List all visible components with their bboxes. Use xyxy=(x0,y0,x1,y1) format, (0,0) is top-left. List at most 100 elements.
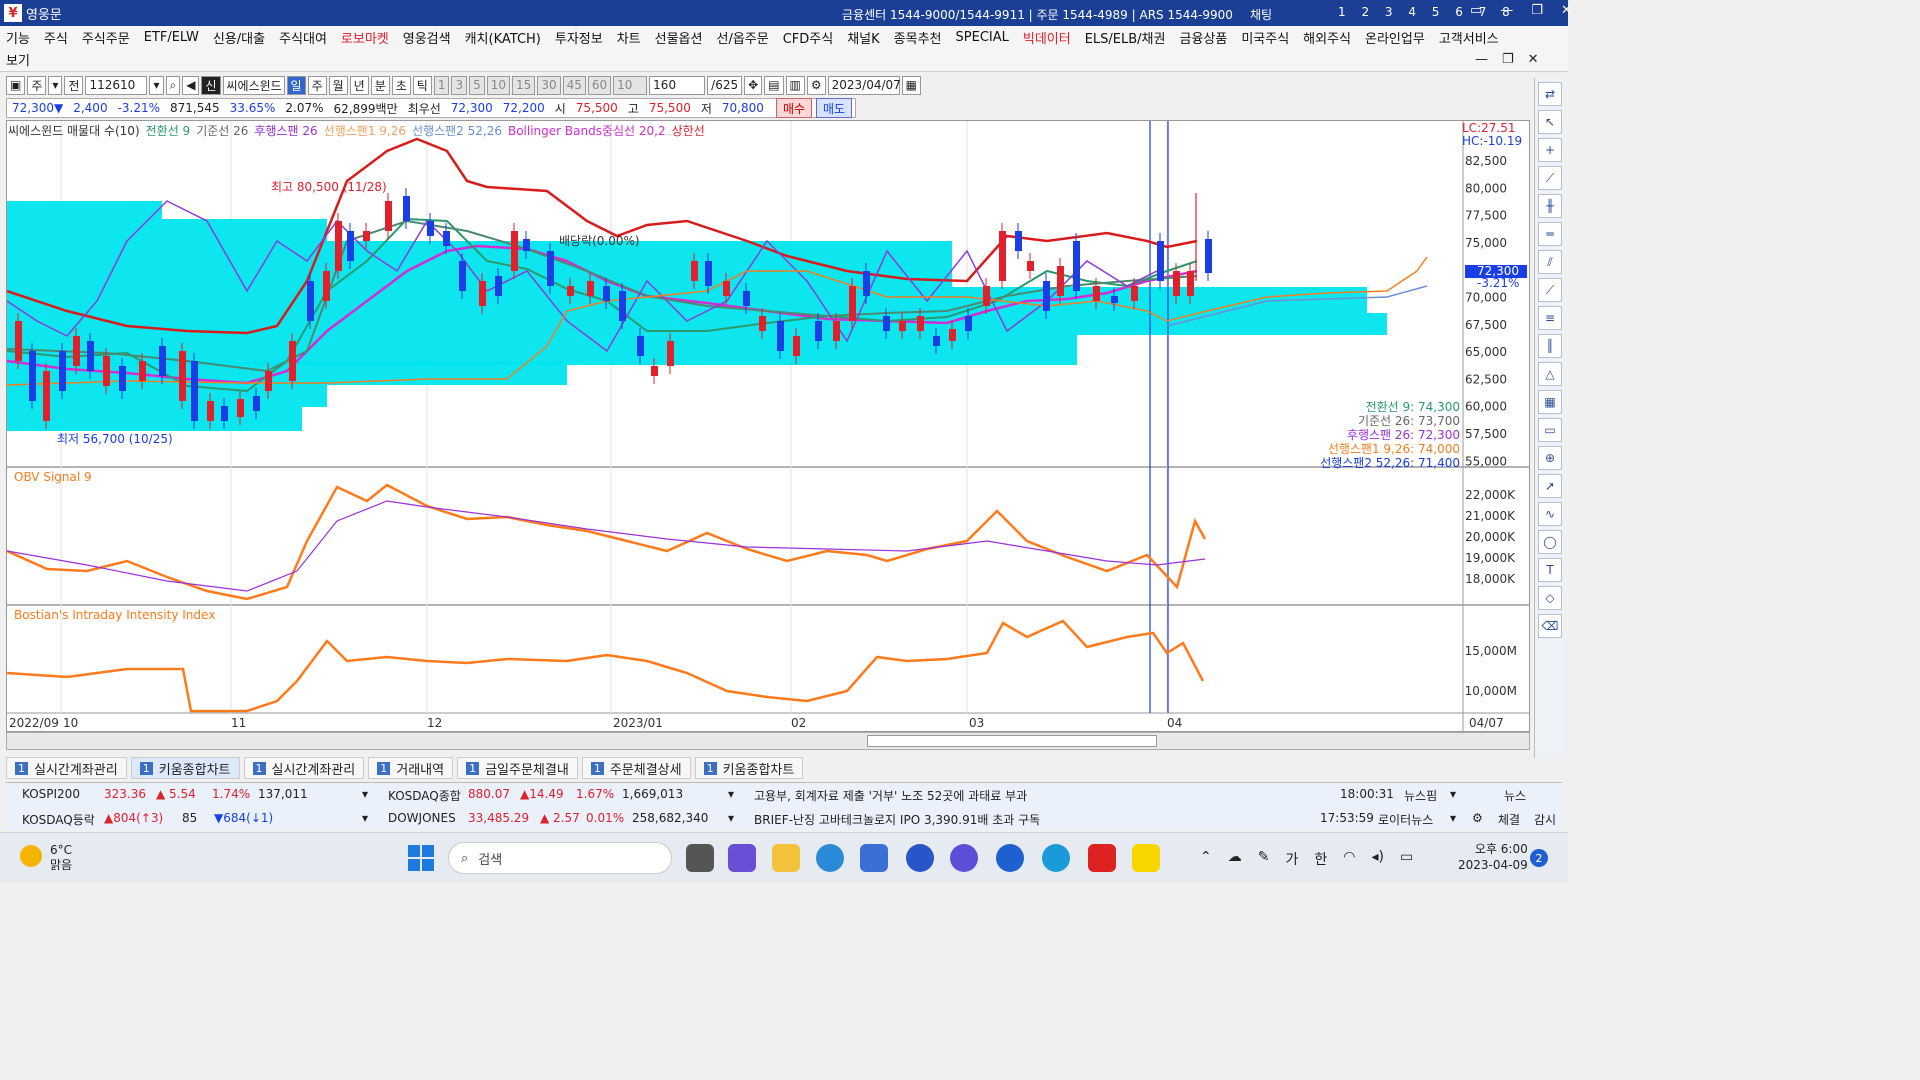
menu-item-row1-18[interactable]: ELS/ELB/채권 xyxy=(1085,28,1166,47)
menu-item-row1-0[interactable]: 기능 xyxy=(6,28,30,47)
interval-week[interactable]: 주 xyxy=(307,75,327,95)
legend-item[interactable]: 선행스팬2 52,26 xyxy=(412,124,502,138)
menu-item-row1-22[interactable]: 온라인업무 xyxy=(1365,28,1425,47)
app-b-icon[interactable] xyxy=(996,844,1024,872)
arrow-icon[interactable]: ➚ xyxy=(1538,474,1562,498)
interval-tick[interactable]: 틱 xyxy=(412,75,432,95)
chart-restore-icon[interactable]: ❐ xyxy=(1502,52,1514,67)
interval-month[interactable]: 월 xyxy=(328,75,348,95)
app-arrow-icon[interactable] xyxy=(950,844,978,872)
minimize-icon[interactable]: — xyxy=(1500,3,1513,18)
chat-button[interactable]: 채팅 xyxy=(1250,6,1272,23)
legend-item[interactable]: 기준선 26 xyxy=(196,124,248,138)
horizontal-line-icon[interactable]: ═ xyxy=(1538,222,1562,246)
channel-icon[interactable]: ⫽ xyxy=(1538,250,1562,274)
menu-item-row1-14[interactable]: 채널K xyxy=(847,28,879,47)
num-3[interactable]: 3 xyxy=(451,75,468,95)
notification-badge[interactable]: 2 xyxy=(1530,849,1548,867)
chevron-up-icon[interactable]: ⌃ xyxy=(1200,849,1212,869)
pointer-icon[interactable]: ↖ xyxy=(1538,110,1562,134)
menu-item-row1-16[interactable]: SPECIAL xyxy=(956,30,1009,45)
menu-item-row1-23[interactable]: 고객서비스 xyxy=(1439,28,1499,47)
gear-icon[interactable]: ⚙ xyxy=(806,75,826,95)
circle-icon[interactable]: ◯ xyxy=(1538,530,1562,554)
meet-icon[interactable] xyxy=(728,844,756,872)
skype-icon[interactable] xyxy=(1042,844,1070,872)
menu-item-row1-20[interactable]: 미국주식 xyxy=(1241,28,1289,47)
menu-item-row1-1[interactable]: 주식 xyxy=(44,28,68,47)
gann-icon[interactable]: ║ xyxy=(1538,334,1562,358)
app-q-icon[interactable] xyxy=(906,844,934,872)
task-view-icon[interactable] xyxy=(686,844,714,872)
chart-minimize-icon[interactable]: — xyxy=(1475,52,1488,67)
crosshair-tool-icon[interactable]: + xyxy=(1538,138,1562,162)
fan-icon[interactable]: ⟋ xyxy=(1538,278,1562,302)
zoom-in-icon[interactable]: ⊕ xyxy=(1538,446,1562,470)
triangle-icon[interactable]: △ xyxy=(1538,362,1562,386)
menu-item-row1-6[interactable]: 로보마켓 xyxy=(341,28,389,47)
rectangle-icon[interactable]: ▭ xyxy=(1538,418,1562,442)
screen-tab[interactable]: 1 거래내역 xyxy=(368,757,454,779)
date-input[interactable]: 2023/04/07 xyxy=(827,75,901,95)
screen-tab[interactable]: 1 실시간계좌관리 xyxy=(243,757,365,779)
news-headline[interactable]: 고용부, 회계자료 제출 '거부' 노조 52곳에 과태료 부과 xyxy=(754,787,1027,804)
period-select[interactable]: 주 xyxy=(27,75,47,95)
interval-year[interactable]: 년 xyxy=(349,75,369,95)
watch-button[interactable]: 감시 xyxy=(1534,811,1556,828)
interval-day[interactable]: 일 xyxy=(286,75,306,95)
file-explorer-icon[interactable] xyxy=(772,844,800,872)
menu-item-row1-19[interactable]: 금융상품 xyxy=(1179,28,1227,47)
menu-item-row1-5[interactable]: 주식대여 xyxy=(279,28,327,47)
kakaotalk-icon[interactable] xyxy=(1132,844,1160,872)
menu-item-row1-21[interactable]: 해외주식 xyxy=(1303,28,1351,47)
legend-item[interactable]: 선행스팬1 9,26 xyxy=(324,124,406,138)
num-1[interactable]: 1 xyxy=(433,75,450,95)
monitor-icon[interactable]: ▭ xyxy=(1470,3,1482,18)
interval-minute[interactable]: 분 xyxy=(370,75,390,95)
print-icon[interactable]: ▤ xyxy=(764,75,784,95)
edge-icon[interactable] xyxy=(816,844,844,872)
calendar-icon[interactable]: ▦ xyxy=(901,75,921,95)
delete-all-icon[interactable]: ⌫ xyxy=(1538,614,1562,638)
ime-lang[interactable]: 한 xyxy=(1314,849,1327,869)
save-icon[interactable]: ▥ xyxy=(785,75,805,95)
layout-icon[interactable]: ▣ xyxy=(6,75,26,95)
scroll-thumb[interactable] xyxy=(867,735,1157,747)
num-60[interactable]: 60 xyxy=(587,75,612,95)
bar-count-input[interactable]: 160 xyxy=(649,75,706,95)
screen-tab[interactable]: 1 주문체결상세 xyxy=(581,757,691,779)
battery-icon[interactable]: ▭ xyxy=(1400,849,1413,869)
cloud-icon[interactable]: ☁ xyxy=(1228,849,1242,869)
fibonacci-icon[interactable]: ≡ xyxy=(1538,306,1562,330)
menu-item-row1-4[interactable]: 신용/대출 xyxy=(213,28,265,47)
dropdown-icon[interactable]: ▾ xyxy=(362,787,368,801)
horizontal-scrollbar[interactable] xyxy=(6,732,1530,750)
wave-icon[interactable]: ∿ xyxy=(1538,502,1562,526)
all-button[interactable]: 전 xyxy=(64,75,84,95)
legend-item[interactable]: 후행스팬 26 xyxy=(254,124,317,138)
screen-tab[interactable]: 1 금일주문체결내 xyxy=(457,757,578,779)
screen-tab[interactable]: 1 실시간계좌관리 xyxy=(6,757,127,779)
legend-item[interactable]: 씨에스윈드 매물대 수(10) xyxy=(8,124,140,138)
menu-item-row1-9[interactable]: 투자정보 xyxy=(555,28,603,47)
windows-start-icon[interactable] xyxy=(408,845,434,871)
menu-item-row1-13[interactable]: CFD주식 xyxy=(783,28,834,47)
fill-button[interactable]: 체결 xyxy=(1498,811,1520,828)
ime-mode[interactable]: 가 xyxy=(1285,849,1298,869)
grid-icon[interactable]: ▦ xyxy=(1538,390,1562,414)
stock-code-input[interactable]: 112610 xyxy=(85,75,148,95)
custom-interval-input[interactable]: 10 xyxy=(613,75,648,95)
crosshair-icon[interactable]: ✥ xyxy=(744,75,763,95)
sell-button[interactable]: 매도 xyxy=(816,98,852,118)
restore-icon[interactable]: ❐ xyxy=(1531,3,1543,18)
taskbar-clock[interactable]: 오후 6:00 2023-04-09 xyxy=(1458,841,1528,873)
menu-item-row1-11[interactable]: 선물옵션 xyxy=(655,28,703,47)
news-button[interactable]: 뉴스 xyxy=(1504,787,1526,804)
wifi-icon[interactable]: ◠ xyxy=(1343,849,1355,869)
eraser-icon[interactable]: ◇ xyxy=(1538,586,1562,610)
taskbar-search[interactable]: ⌕ 검색 xyxy=(448,842,672,874)
volume-icon[interactable]: ◂) xyxy=(1371,849,1384,869)
store-icon[interactable] xyxy=(860,844,888,872)
buy-button[interactable]: 매수 xyxy=(776,98,812,118)
menu-item-row1-3[interactable]: ETF/ELW xyxy=(144,30,199,45)
